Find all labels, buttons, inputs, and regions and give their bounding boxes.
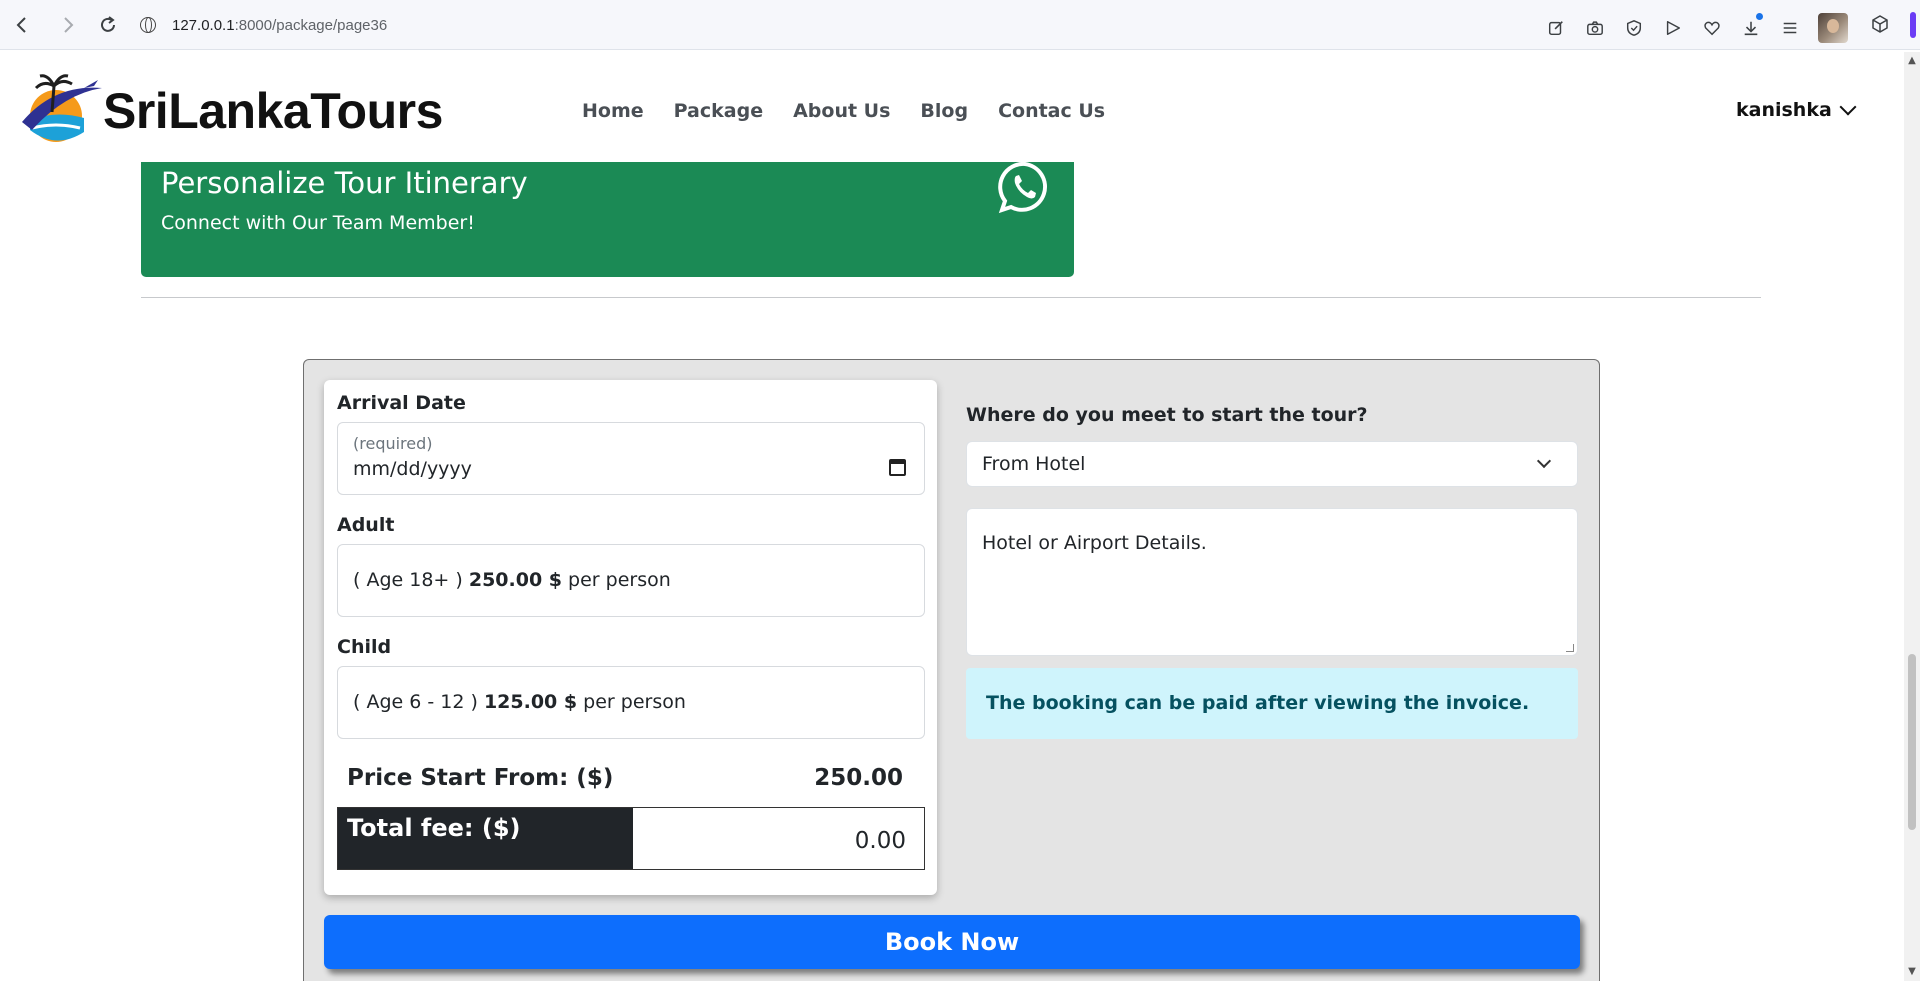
reload-icon[interactable] (96, 13, 120, 37)
nav-home[interactable]: Home (582, 100, 644, 122)
section-divider (141, 297, 1761, 298)
scroll-down-arrow[interactable]: ▼ (1907, 967, 1917, 977)
adult-count-input[interactable]: ( Age 18+ ) 250.00 $ per person (337, 544, 925, 617)
whatsapp-banner[interactable]: Personalize Tour Itinerary Connect with … (141, 159, 1074, 277)
download-icon[interactable] (1740, 13, 1763, 39)
send-icon[interactable] (1662, 17, 1684, 39)
arrival-date-input[interactable]: (required) mm/dd/yyyy (337, 422, 925, 495)
child-price: 125.00 $ (483, 691, 578, 713)
url-path: :8000/package/page36 (234, 16, 388, 34)
adult-label: Adult (337, 514, 395, 536)
total-fee-row: Total fee: ($) 0.00 (337, 807, 925, 870)
user-menu[interactable]: kanishka (1736, 98, 1857, 121)
download-badge (1756, 13, 1763, 20)
arrival-date-label: Arrival Date (337, 392, 466, 414)
back-icon[interactable] (10, 13, 34, 37)
pickup-details-textarea[interactable]: Hotel or Airport Details. (966, 508, 1578, 656)
brand-name[interactable]: SriLankaTours (103, 82, 443, 140)
edit-icon[interactable] (1545, 17, 1567, 39)
child-label: Child (337, 636, 392, 658)
booking-panel: Arrival Date (required) mm/dd/yyyy Adult… (303, 359, 1600, 981)
url-host: 127.0.0.1 (172, 16, 235, 34)
child-count-input[interactable]: ( Age 6 - 12 ) 125.00 $ per person (337, 666, 925, 739)
profile-avatar[interactable] (1818, 13, 1848, 43)
logo-icon[interactable] (18, 72, 104, 146)
adult-age: ( Age 18+ ) (353, 569, 463, 591)
forward-icon[interactable] (56, 13, 80, 37)
extension-icon[interactable] (1870, 14, 1890, 34)
calendar-icon[interactable] (889, 459, 906, 476)
extension-toolbar (1545, 13, 1848, 43)
payment-info-alert: The booking can be paid after viewing th… (966, 668, 1578, 739)
nav-contact-us[interactable]: Contac Us (998, 100, 1105, 122)
resize-handle[interactable] (1566, 644, 1574, 652)
menu-icon[interactable] (1779, 17, 1801, 39)
nav-blog[interactable]: Blog (920, 100, 968, 122)
chevron-down-icon (1536, 453, 1552, 469)
price-start-value: 250.00 (814, 765, 903, 791)
child-price-suffix: per person (583, 691, 686, 713)
address-bar[interactable]: 127.0.0.1:8000/package/page36 (140, 12, 387, 38)
total-fee-value: 0.00 (633, 808, 924, 869)
arrival-date-hint: (required) (353, 434, 433, 453)
shield-icon[interactable] (1623, 17, 1645, 39)
site-info-icon[interactable] (140, 17, 156, 33)
browser-toolbar: 127.0.0.1:8000/package/page36 (0, 0, 1920, 50)
heart-icon[interactable] (1701, 17, 1723, 39)
user-name: kanishka (1736, 99, 1832, 121)
site-header: SriLankaTours Home Package About Us Blog… (0, 52, 1904, 162)
adult-price-suffix: per person (568, 569, 671, 591)
booking-form-card: Arrival Date (required) mm/dd/yyyy Adult… (324, 380, 937, 895)
scrollbar-thumb[interactable] (1908, 654, 1916, 830)
main-nav: Home Package About Us Blog Contac Us (582, 100, 1105, 122)
adult-price-info: ( Age 18+ ) 250.00 $ per person (353, 569, 671, 591)
sidebar-toggle[interactable] (1910, 12, 1916, 38)
child-price-info: ( Age 6 - 12 ) 125.00 $ per person (353, 691, 686, 713)
arrival-date-value: mm/dd/yyyy (353, 458, 472, 480)
page-scrollbar[interactable]: ▲ ▼ (1904, 52, 1920, 981)
pickup-details-placeholder: Hotel or Airport Details. (982, 532, 1207, 554)
meeting-point-label: Where do you meet to start the tour? (966, 404, 1368, 426)
meeting-point-selected: From Hotel (982, 453, 1086, 475)
banner-subtitle: Connect with Our Team Member! (161, 212, 475, 234)
scroll-up-arrow[interactable]: ▲ (1907, 56, 1917, 66)
banner-title: Personalize Tour Itinerary (161, 166, 528, 200)
child-age: ( Age 6 - 12 ) (353, 691, 478, 713)
total-fee-label: Total fee: ($) (338, 808, 633, 869)
whatsapp-icon[interactable] (997, 159, 1053, 215)
adult-price: 250.00 $ (468, 569, 562, 591)
nav-package[interactable]: Package (674, 100, 763, 122)
book-now-button[interactable]: Book Now (324, 915, 1580, 969)
camera-icon[interactable] (1584, 17, 1606, 39)
nav-about-us[interactable]: About Us (793, 100, 890, 122)
chevron-down-icon (1839, 98, 1857, 115)
meeting-point-select[interactable]: From Hotel (966, 441, 1578, 487)
price-start-label: Price Start From: ($) (347, 765, 614, 791)
price-start-row: Price Start From: ($) 250.00 (347, 765, 903, 791)
